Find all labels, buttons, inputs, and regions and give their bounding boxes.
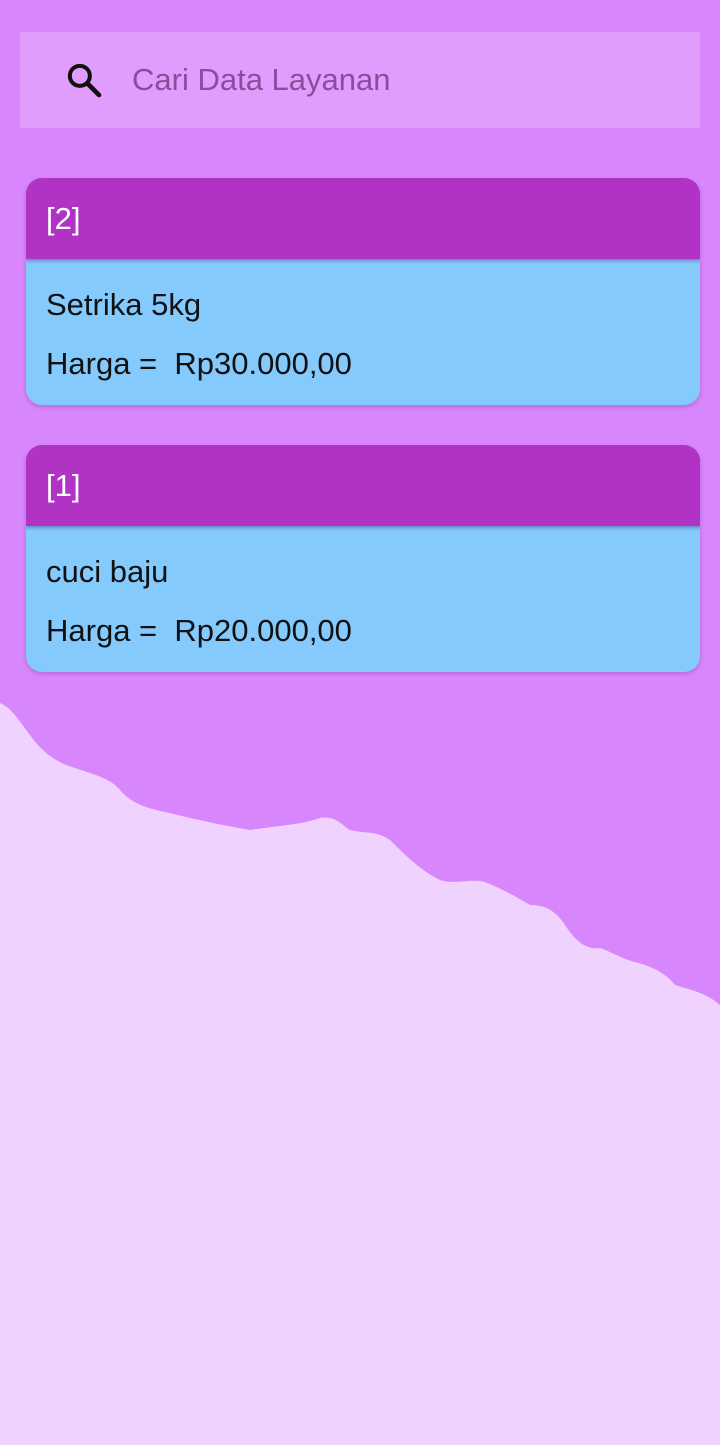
search-bar[interactable]: [20, 32, 700, 128]
service-id: [1]: [46, 467, 81, 503]
card-header: [1]: [26, 445, 700, 526]
card-body: Setrika 5kg Harga = Rp30.000,00: [26, 259, 700, 405]
service-name: cuci baju: [46, 554, 169, 589]
service-name: Setrika 5kg: [46, 287, 202, 322]
service-card[interactable]: [1] cuci baju Harga = Rp20.000,00: [26, 445, 700, 672]
search-icon: [67, 63, 102, 98]
service-card[interactable]: [2] Setrika 5kg Harga = Rp30.000,00: [26, 178, 700, 405]
service-price: Harga = Rp20.000,00: [46, 613, 352, 648]
service-price: Harga = Rp30.000,00: [46, 346, 352, 381]
service-id: [2]: [46, 200, 81, 236]
card-header: [2]: [26, 178, 700, 259]
search-input[interactable]: [132, 56, 672, 104]
card-body: cuci baju Harga = Rp20.000,00: [26, 526, 700, 672]
